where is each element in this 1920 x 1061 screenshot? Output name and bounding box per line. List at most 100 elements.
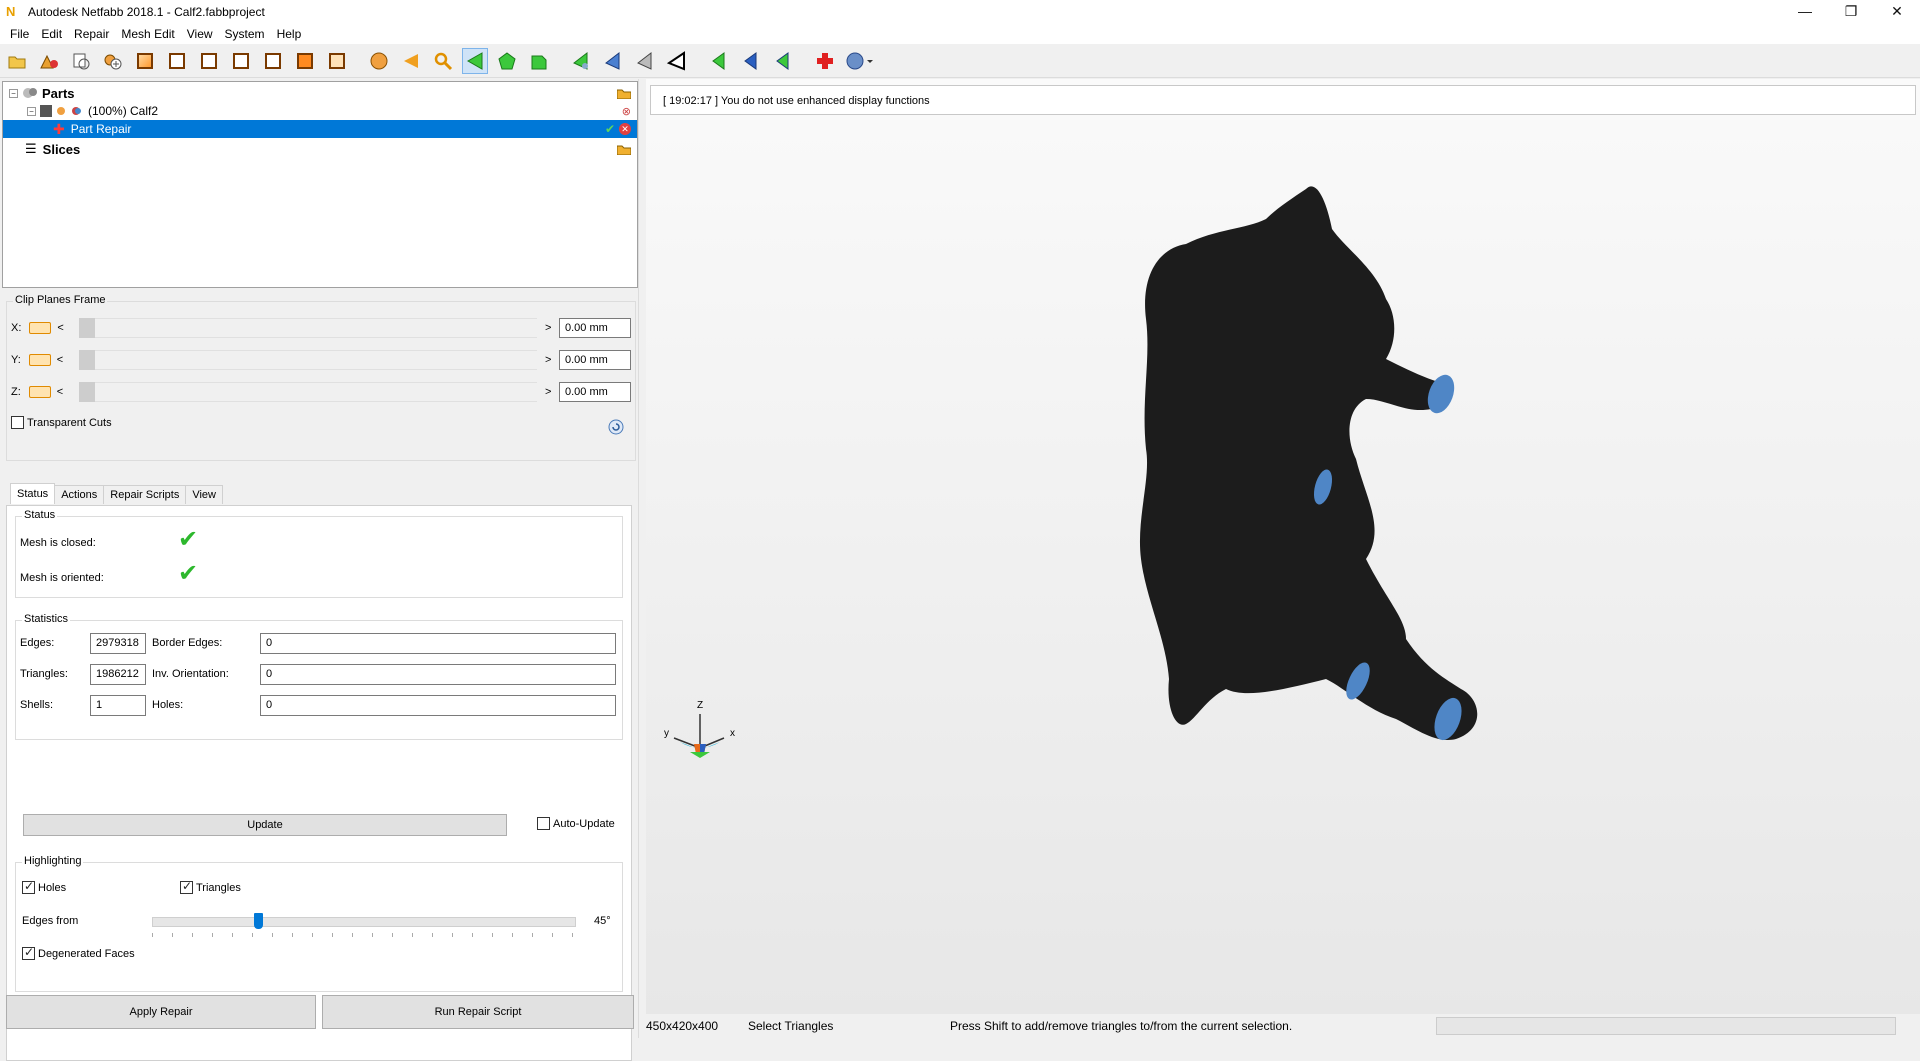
transparent-cuts-checkbox[interactable] (11, 416, 24, 429)
clip-x-thumb[interactable] (79, 318, 95, 338)
clip-y-color[interactable] (28, 354, 51, 366)
edges-from-slider[interactable] (152, 917, 576, 927)
parts-folder-icon[interactable] (617, 87, 631, 99)
part-visibility-icon[interactable] (55, 105, 67, 117)
tab-actions[interactable]: Actions (54, 485, 105, 504)
black-tri-icon[interactable] (664, 48, 690, 74)
gray-tri-a-icon[interactable] (632, 48, 658, 74)
menu-edit[interactable]: Edit (35, 27, 68, 41)
edges-from-thumb[interactable] (254, 913, 263, 929)
tree-part-calf2[interactable]: − (100%) Calf2 ⊗ (3, 102, 637, 120)
add-plus-icon[interactable] (100, 48, 126, 74)
view-bottom-icon[interactable] (292, 48, 318, 74)
slices-label: Slices (42, 141, 81, 157)
apply-repair-button[interactable]: Apply Repair (6, 995, 316, 1029)
select-surface-icon[interactable] (494, 48, 520, 74)
green-tri-c-icon[interactable] (770, 48, 796, 74)
clip-y-slider[interactable] (79, 350, 537, 370)
blue-tri-a-icon[interactable] (600, 48, 626, 74)
select-shell-icon[interactable] (526, 48, 552, 74)
restore-button[interactable]: ❐ (1828, 0, 1874, 24)
tab-repair-scripts[interactable]: Repair Scripts (103, 485, 187, 504)
menu-file[interactable]: File (4, 27, 35, 41)
green-tri-b-icon[interactable] (706, 48, 732, 74)
inv-orientation-field[interactable]: 0 (260, 664, 616, 685)
add-part-icon[interactable] (36, 48, 62, 74)
holes-highlight-checkbox[interactable] (22, 879, 35, 894)
degenerated-faces-checkbox[interactable] (22, 945, 35, 960)
part-remove-icon[interactable]: ⊗ (622, 105, 631, 118)
clip-x-slider[interactable] (79, 318, 537, 338)
clip-z-color[interactable] (28, 386, 51, 398)
edges-field[interactable]: 2979318 (90, 633, 146, 654)
triangles-highlight-checkbox[interactable] (180, 879, 193, 894)
repair-cross-icon[interactable] (812, 48, 838, 74)
cancel-repair-icon[interactable]: ✕ (619, 123, 631, 135)
update-button[interactable]: Update (23, 814, 507, 836)
triangles-field[interactable]: 1986212 (90, 664, 146, 685)
collapse-parts-icon[interactable]: − (9, 88, 18, 98)
help-icon[interactable] (844, 48, 876, 74)
run-repair-script-button[interactable]: Run Repair Script (322, 995, 634, 1029)
view-front-icon[interactable] (132, 48, 158, 74)
app-icon: N (6, 4, 16, 19)
orange-triangle-icon[interactable] (398, 48, 424, 74)
zoom-icon[interactable] (430, 48, 456, 74)
clip-planes-frame: Clip Planes Frame X: < > 0.00 mm Y: < > … (6, 294, 636, 461)
clip-x-input[interactable]: 0.00 mm (559, 318, 631, 338)
3d-viewport[interactable]: [ 19:02:17 ] You do not use enhanced dis… (646, 79, 1920, 1014)
copy-part-icon[interactable] (68, 48, 94, 74)
reset-clip-icon[interactable] (607, 418, 625, 436)
clip-z-thumb[interactable] (79, 382, 95, 402)
clip-y-left-arrow[interactable]: < (57, 354, 63, 366)
edges-from-ticks (152, 933, 576, 937)
tab-status[interactable]: Status (10, 483, 56, 504)
view-right-icon[interactable] (228, 48, 254, 74)
close-window-button[interactable]: ✕ (1874, 0, 1920, 24)
minimize-button[interactable]: — (1782, 0, 1828, 24)
clip-x-left-arrow[interactable]: < (57, 322, 63, 334)
degenerated-faces-row: Degenerated Faces (22, 945, 135, 960)
repair-cross-small-icon: ✚ (53, 120, 65, 137)
auto-update-checkbox[interactable] (537, 817, 550, 830)
blue-tri-b-icon[interactable] (738, 48, 764, 74)
tab-view[interactable]: View (185, 485, 223, 504)
clip-x-right-arrow[interactable]: > (545, 322, 551, 334)
clip-z-slider[interactable] (79, 382, 537, 402)
border-edges-field[interactable]: 0 (260, 633, 616, 654)
view-back-icon[interactable] (164, 48, 190, 74)
part-color-icon[interactable] (70, 105, 82, 117)
tree-parts[interactable]: − Parts (3, 84, 637, 102)
calf-model[interactable] (646, 79, 1920, 1014)
clip-z-input[interactable]: 0.00 mm (559, 382, 631, 402)
confirm-repair-icon[interactable]: ✔ (605, 122, 615, 136)
tree-part-repair[interactable]: ✚ Part Repair ✔ ✕ (3, 120, 637, 138)
clip-z-left-arrow[interactable]: < (57, 386, 63, 398)
menu-repair[interactable]: Repair (68, 27, 115, 41)
menu-system[interactable]: System (219, 27, 271, 41)
sphere-icon[interactable] (366, 48, 392, 74)
inv-orientation-label: Inv. Orientation: (152, 668, 229, 680)
holes-field[interactable]: 0 (260, 695, 616, 716)
menu-help[interactable]: Help (271, 27, 308, 41)
panel-splitter[interactable] (638, 79, 646, 1038)
status-group-title: Status (22, 509, 58, 521)
clip-y-input[interactable]: 0.00 mm (559, 350, 631, 370)
clip-x-color[interactable] (29, 322, 52, 334)
select-triangles-icon[interactable] (462, 47, 488, 74)
view-left-icon[interactable] (196, 48, 222, 74)
slices-folder-icon[interactable] (617, 143, 631, 155)
edges-from-value: 45° (594, 915, 611, 927)
collapse-part-icon[interactable]: − (27, 106, 36, 116)
clip-y-thumb[interactable] (79, 350, 95, 370)
clip-z-right-arrow[interactable]: > (545, 386, 551, 398)
open-folder-icon[interactable] (4, 48, 30, 74)
menu-view[interactable]: View (181, 27, 219, 41)
menu-mesh-edit[interactable]: Mesh Edit (115, 27, 180, 41)
shells-field[interactable]: 1 (90, 695, 146, 716)
green-tri-a-icon[interactable] (568, 48, 594, 74)
view-iso-icon[interactable] (324, 48, 350, 74)
tree-slices[interactable]: ☰ Slices (3, 140, 637, 158)
clip-y-right-arrow[interactable]: > (545, 354, 551, 366)
view-top-icon[interactable] (260, 48, 286, 74)
